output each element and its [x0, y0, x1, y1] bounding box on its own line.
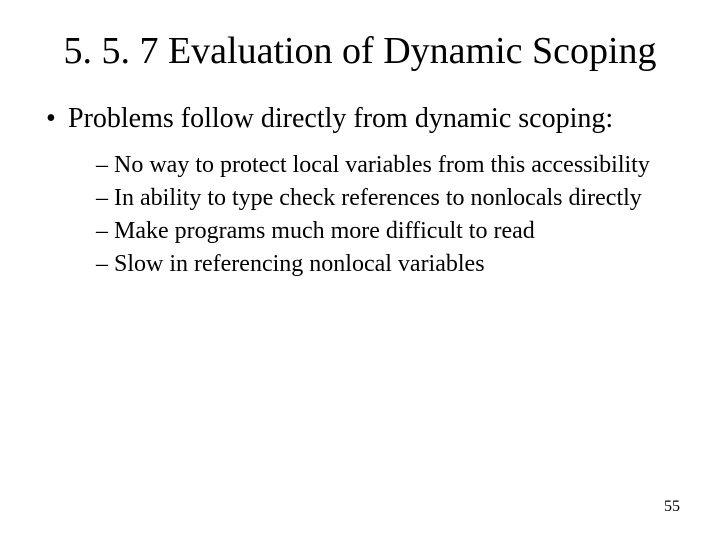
sub-bullet-text: No way to protect local variables from t…	[114, 152, 650, 178]
sub-bullet-text: Make programs much more difficult to rea…	[114, 218, 535, 244]
page-number: 55	[664, 498, 680, 516]
sub-bullet-text: In ability to type check references to n…	[114, 185, 642, 211]
slide-title: 5. 5. 7 Evaluation of Dynamic Scoping	[40, 30, 680, 74]
sub-bullet-item: – In ability to type check references to…	[96, 184, 680, 213]
main-bullet: Problems follow directly from dynamic sc…	[40, 102, 680, 136]
sub-bullet-item: – Make programs much more difficult to r…	[96, 217, 680, 246]
sub-bullet-list: – No way to protect local variables from…	[40, 151, 680, 278]
slide: 5. 5. 7 Evaluation of Dynamic Scoping Pr…	[0, 0, 720, 540]
sub-bullet-item: – No way to protect local variables from…	[96, 151, 680, 180]
sub-bullet-text: Slow in referencing nonlocal variables	[114, 251, 485, 277]
sub-bullet-item: – Slow in referencing nonlocal variables	[96, 250, 680, 279]
